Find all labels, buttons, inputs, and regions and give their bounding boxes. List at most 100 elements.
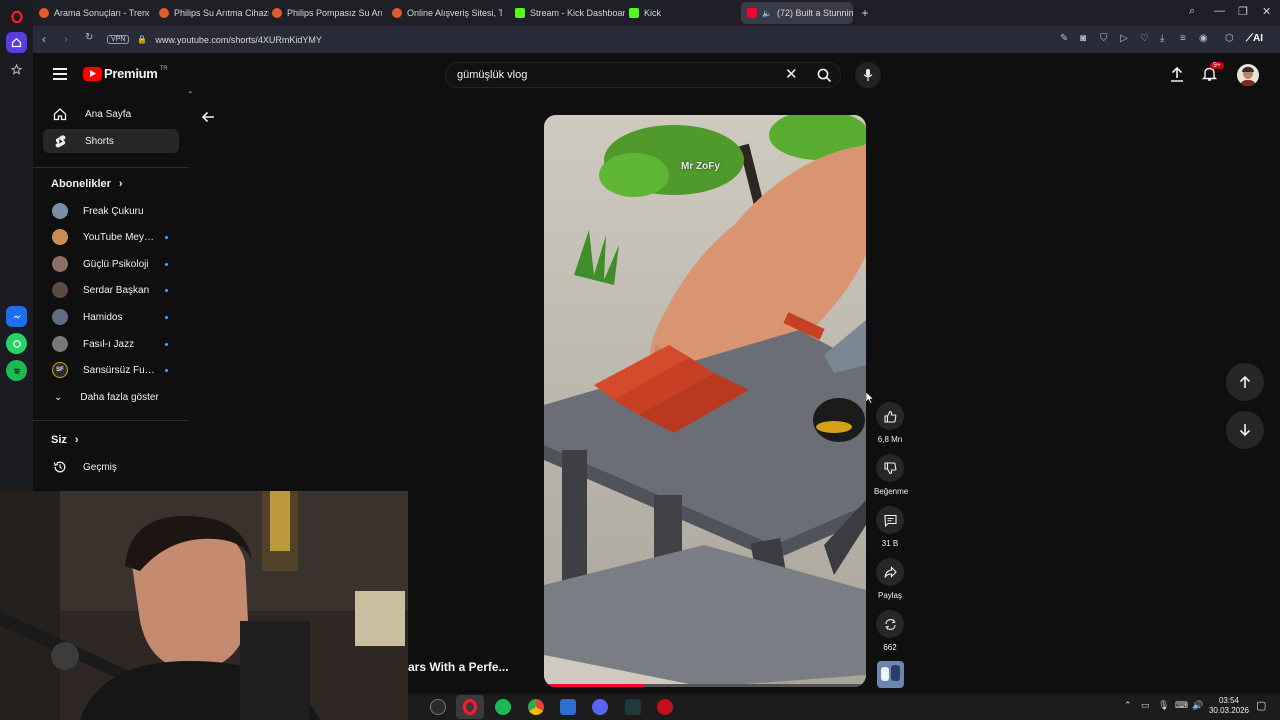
region-code: TR bbox=[159, 66, 168, 72]
vscode-taskbar-icon[interactable] bbox=[560, 699, 576, 715]
dislike-button[interactable]: Beğenme bbox=[874, 454, 908, 496]
tab-online-shopping[interactable]: Online Alışveriş Sitesi, Türk bbox=[386, 2, 502, 24]
you-section-header[interactable]: Siz › bbox=[51, 434, 79, 446]
tab-label: Kick bbox=[644, 8, 662, 18]
maximize-icon[interactable]: ❐ bbox=[1238, 5, 1248, 18]
show-more-button[interactable]: ⌄ Daha fazla göster bbox=[43, 386, 179, 408]
trendyol-favicon-icon bbox=[392, 8, 402, 18]
like-button[interactable]: 6,8 Mn bbox=[874, 402, 906, 444]
search-tabs-icon[interactable]: ⌕ bbox=[1189, 5, 1195, 18]
forward-icon[interactable]: › bbox=[64, 32, 68, 46]
share-label: Paylaş bbox=[877, 591, 902, 600]
opera-logo-icon[interactable] bbox=[6, 6, 27, 27]
subscription-item[interactable]: SF Sansürsüz Futbol bbox=[43, 359, 179, 381]
speed-dial-icon[interactable] bbox=[6, 59, 27, 80]
history-label: Geçmiş bbox=[83, 461, 117, 473]
video-watermark: Mr ZoFy bbox=[681, 161, 720, 172]
edit-icon[interactable]: ✎ bbox=[1060, 33, 1068, 44]
battery-icon[interactable]: ▭ bbox=[1141, 700, 1150, 711]
comments-button[interactable]: 31 B bbox=[874, 506, 906, 548]
spotify-icon[interactable] bbox=[6, 360, 27, 381]
menu-lines-icon[interactable]: ≡ bbox=[1180, 33, 1186, 44]
tab-youtube-active[interactable]: 🔈 (72) Built a Stunning I bbox=[741, 2, 853, 24]
ai-button[interactable]: ⟋AI bbox=[1246, 33, 1263, 44]
messenger-icon[interactable] bbox=[6, 306, 27, 327]
play-icon[interactable]: ▷ bbox=[1120, 33, 1128, 44]
new-content-dot bbox=[165, 235, 168, 239]
back-arrow-icon[interactable] bbox=[200, 109, 216, 130]
notification-center-icon[interactable]: ▢ bbox=[1256, 699, 1266, 712]
tab-label: Stream - Kick Dashboard bbox=[530, 8, 625, 18]
volume-icon[interactable]: 🔊 bbox=[1192, 700, 1203, 711]
youtube-premium-logo[interactable]: Premium TR bbox=[83, 66, 168, 81]
premium-logo-text: Premium bbox=[104, 66, 158, 81]
hamburger-menu-icon[interactable] bbox=[53, 68, 67, 80]
download-icon[interactable]: ⤓ bbox=[1160, 33, 1164, 44]
whatsapp-icon[interactable] bbox=[6, 333, 27, 354]
tab-trendyol-search[interactable]: Arama Sonuçları - Trendyol bbox=[33, 2, 149, 24]
subscription-item[interactable]: Fasıl-ı Jazz bbox=[43, 333, 179, 355]
progress-bar[interactable] bbox=[544, 684, 866, 687]
subscription-item[interactable]: Freak Çukuru bbox=[43, 200, 179, 222]
sound-thumbnail[interactable] bbox=[877, 661, 904, 688]
tab-kick[interactable]: Kick bbox=[623, 2, 733, 24]
channel-name: Sansürsüz Futbol bbox=[83, 364, 157, 376]
avatar[interactable] bbox=[1237, 64, 1259, 86]
close-window-icon[interactable]: ✕ bbox=[1262, 5, 1271, 18]
previous-short-button[interactable] bbox=[1226, 363, 1264, 401]
new-tab-button[interactable]: + bbox=[857, 2, 873, 24]
short-title[interactable]: ars With a Perfe... bbox=[408, 660, 509, 674]
next-short-button[interactable] bbox=[1226, 411, 1264, 449]
obs-icon[interactable] bbox=[430, 699, 446, 715]
voice-search-button[interactable] bbox=[855, 62, 881, 88]
heart-icon[interactable]: ♡ bbox=[1140, 33, 1149, 44]
mouse-cursor-icon bbox=[865, 391, 875, 409]
terminal-taskbar-icon[interactable] bbox=[625, 699, 641, 715]
network-icon[interactable]: ⌨ bbox=[1175, 700, 1188, 711]
tray-overflow-icon[interactable]: ⌃ bbox=[1124, 700, 1132, 711]
sidebar-item-shorts[interactable]: Shorts bbox=[43, 129, 179, 153]
notifications-bell-icon[interactable]: 9+ bbox=[1201, 62, 1224, 87]
search-query: gümüşlük vlog bbox=[457, 69, 528, 81]
search-input[interactable]: gümüşlük vlog bbox=[445, 62, 841, 88]
app-taskbar-icon[interactable] bbox=[657, 699, 673, 715]
kick-favicon-icon bbox=[629, 8, 639, 18]
back-icon[interactable]: ‹ bbox=[42, 32, 46, 46]
sidebar-item-history[interactable]: Geçmiş bbox=[43, 456, 179, 478]
spotify-taskbar-icon[interactable] bbox=[495, 699, 511, 715]
sidebar-item-home[interactable]: Ana Sayfa bbox=[43, 102, 179, 126]
microphone-icon bbox=[863, 69, 873, 81]
shorts-icon bbox=[45, 134, 75, 149]
subscription-item[interactable]: Güçlü Psikoloji bbox=[43, 253, 179, 275]
search-button[interactable] bbox=[809, 62, 839, 88]
home-icon[interactable] bbox=[6, 32, 27, 53]
tab-kick-dashboard[interactable]: Stream - Kick Dashboard bbox=[509, 2, 625, 24]
channel-avatar bbox=[52, 203, 68, 219]
clock[interactable]: 03:54 30.03.2026 bbox=[1204, 696, 1254, 716]
vpn-badge[interactable]: VPN bbox=[107, 35, 130, 44]
subscription-item[interactable]: Hamidos bbox=[43, 306, 179, 328]
tab-philips-1[interactable]: Philips Su Arıtma Cihazı M bbox=[153, 2, 269, 24]
remix-button[interactable]: 662 bbox=[874, 610, 906, 652]
shield-icon[interactable]: ⛉ bbox=[1100, 33, 1108, 44]
taskbar-active-app[interactable] bbox=[456, 695, 484, 719]
clear-search-icon[interactable]: ✕ bbox=[785, 65, 798, 83]
extensions-icon[interactable]: ⬡ bbox=[1225, 33, 1234, 44]
subscriptions-header[interactable]: Abonelikler › bbox=[51, 178, 123, 190]
history-icon bbox=[52, 460, 68, 474]
shorts-video-player[interactable]: Mr ZoFy bbox=[544, 115, 866, 687]
upload-icon[interactable] bbox=[1170, 66, 1184, 87]
reload-icon[interactable]: ↻ bbox=[85, 32, 93, 43]
microphone-tray-icon[interactable]: 🎙 bbox=[1158, 700, 1169, 711]
minimize-icon[interactable]: — bbox=[1214, 5, 1225, 17]
youtube-favicon-icon bbox=[747, 8, 757, 18]
share-button[interactable]: Paylaş bbox=[874, 558, 906, 600]
subscription-item[interactable]: Serdar Başkan bbox=[43, 279, 179, 301]
scroll-up-icon[interactable]: ⌃ bbox=[187, 90, 194, 99]
chrome-taskbar-icon[interactable] bbox=[528, 699, 544, 715]
profile-icon[interactable]: ◉ bbox=[1199, 33, 1208, 44]
camera-icon[interactable]: ◙ bbox=[1080, 33, 1086, 44]
subscription-item[interactable]: YouTube Meyhanesi bbox=[43, 226, 179, 248]
tab-philips-2[interactable]: Philips Pompasız Su Arıtma bbox=[266, 2, 382, 24]
discord-taskbar-icon[interactable] bbox=[592, 699, 608, 715]
